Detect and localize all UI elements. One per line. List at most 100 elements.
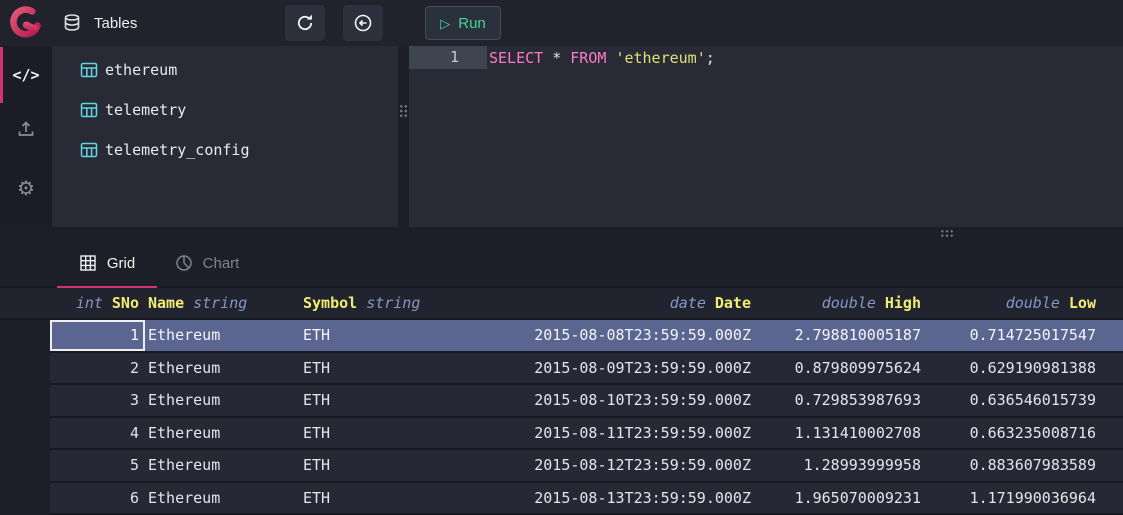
table-list-item[interactable]: ethereum bbox=[52, 50, 398, 90]
grid-cell[interactable]: 2015-08-13T23:59:59.000Z bbox=[450, 483, 757, 514]
grid-cell[interactable]: ETH bbox=[300, 418, 450, 449]
tab-grid[interactable]: Grid bbox=[57, 240, 157, 286]
column-type: date bbox=[670, 294, 706, 312]
upload-icon bbox=[16, 119, 36, 144]
grid-cell[interactable]: 6 bbox=[50, 483, 145, 514]
grid-cell[interactable]: 1.28993999958 bbox=[757, 450, 927, 481]
vertical-splitter[interactable] bbox=[398, 46, 409, 227]
sql-token-keyword: SELECT bbox=[489, 49, 543, 67]
grid-header-row: intSNoNamestringSymbolstringdateDatedoub… bbox=[0, 288, 1123, 320]
nav-item-settings[interactable]: ⚙ bbox=[0, 160, 52, 217]
grid-cell[interactable]: 0.883607983589 bbox=[927, 450, 1102, 481]
grid-cell[interactable]: Ethereum bbox=[145, 385, 300, 416]
sql-token-keyword: FROM bbox=[570, 49, 606, 67]
table-list-item[interactable]: telemetry_config bbox=[52, 130, 398, 170]
top-bar: Tables ▷ Run bbox=[0, 0, 1123, 46]
tab-label: Chart bbox=[203, 255, 240, 272]
database-icon bbox=[62, 13, 82, 33]
editor-active-line[interactable]: 1 SELECT * FROM 'ethereum'; bbox=[409, 46, 1123, 69]
refresh-tables-button[interactable] bbox=[285, 5, 325, 41]
grid-cell[interactable]: Ethereum bbox=[145, 353, 300, 384]
grid-cell[interactable]: 1 bbox=[50, 320, 145, 351]
grid-cell[interactable]: Ethereum bbox=[145, 450, 300, 481]
grid-row[interactable]: 4EthereumETH2015-08-11T23:59:59.000Z1.13… bbox=[50, 418, 1123, 451]
column-name: Name bbox=[148, 294, 184, 312]
grid-cell[interactable]: 0.729853987693 bbox=[757, 385, 927, 416]
column-header-high[interactable]: doubleHigh bbox=[757, 294, 927, 312]
results-tabs: Grid Chart bbox=[0, 240, 1123, 288]
sql-editor[interactable]: 1 SELECT * FROM 'ethereum'; bbox=[409, 46, 1123, 227]
sql-token-plain: ; bbox=[706, 49, 715, 67]
grid-cell[interactable]: Ethereum bbox=[145, 418, 300, 449]
grid-cell[interactable]: 1.965070009231 bbox=[757, 483, 927, 514]
grid-cell[interactable]: 0.663235008716 bbox=[927, 418, 1102, 449]
grid-cell[interactable]: ETH bbox=[300, 353, 450, 384]
nav-item-console[interactable]: </> bbox=[0, 46, 52, 103]
column-type: string bbox=[366, 294, 420, 312]
sql-statement[interactable]: SELECT * FROM 'ethereum'; bbox=[489, 49, 715, 67]
grid-cell[interactable]: 2015-08-09T23:59:59.000Z bbox=[450, 353, 757, 384]
collapse-panel-button[interactable] bbox=[343, 5, 383, 41]
questdb-logo[interactable] bbox=[0, 0, 52, 46]
column-header-name[interactable]: Namestring bbox=[145, 294, 300, 312]
grid-cell[interactable]: 0.636546015739 bbox=[927, 385, 1102, 416]
table-name: telemetry bbox=[105, 101, 186, 119]
run-query-button[interactable]: ▷ Run bbox=[425, 6, 501, 40]
column-type: int bbox=[76, 294, 103, 312]
questdb-console: Tables ▷ Run </> bbox=[0, 0, 1123, 515]
grid-cell[interactable]: ETH bbox=[300, 385, 450, 416]
tab-chart[interactable]: Chart bbox=[157, 240, 257, 286]
grid-cell[interactable]: ETH bbox=[300, 320, 450, 351]
table-icon bbox=[80, 141, 98, 159]
drag-handle-icon bbox=[399, 104, 408, 118]
column-header-date[interactable]: dateDate bbox=[450, 294, 757, 312]
nav-rail: </> ⚙ bbox=[0, 46, 52, 227]
horizontal-splitter[interactable] bbox=[0, 227, 1123, 240]
grid-row[interactable]: 5EthereumETH2015-08-12T23:59:59.000Z1.28… bbox=[50, 450, 1123, 483]
column-name: Symbol bbox=[303, 294, 357, 312]
settings-gear-icon: ⚙ bbox=[17, 176, 35, 201]
grid-cell[interactable]: 4 bbox=[50, 418, 145, 449]
grid-cell[interactable]: 2015-08-08T23:59:59.000Z bbox=[450, 320, 757, 351]
table-icon bbox=[80, 101, 98, 119]
table-name: ethereum bbox=[105, 61, 177, 79]
grid-cell[interactable]: 2.798810005187 bbox=[757, 320, 927, 351]
grid-cell[interactable]: 0.879809975624 bbox=[757, 353, 927, 384]
grid-row[interactable]: 3EthereumETH2015-08-10T23:59:59.000Z0.72… bbox=[50, 385, 1123, 418]
grid-cell[interactable]: Ethereum bbox=[145, 320, 300, 351]
table-list-item[interactable]: telemetry bbox=[52, 90, 398, 130]
tables-panel-header: Tables bbox=[52, 0, 398, 46]
grid-row[interactable]: 6EthereumETH2015-08-13T23:59:59.000Z1.96… bbox=[50, 483, 1123, 515]
grid-cell[interactable]: 2015-08-12T23:59:59.000Z bbox=[450, 450, 757, 481]
refresh-icon bbox=[295, 13, 315, 33]
tables-panel-title: Tables bbox=[94, 15, 137, 32]
grid-cell[interactable]: 0.714725017547 bbox=[927, 320, 1102, 351]
nav-item-import[interactable] bbox=[0, 103, 52, 160]
arrow-left-circle-icon bbox=[353, 13, 373, 33]
pie-chart-icon bbox=[175, 254, 193, 272]
column-type: double bbox=[1006, 294, 1060, 312]
active-nav-indicator bbox=[0, 47, 3, 103]
grid-cell[interactable]: 2 bbox=[50, 353, 145, 384]
grid-cell[interactable]: 2015-08-10T23:59:59.000Z bbox=[450, 385, 757, 416]
questdb-logo-icon bbox=[8, 5, 44, 41]
grid-icon bbox=[79, 254, 97, 272]
column-header-symbol[interactable]: Symbol string bbox=[300, 294, 450, 312]
grid-cell[interactable]: 5 bbox=[50, 450, 145, 481]
column-header-low[interactable]: doubleLow bbox=[927, 294, 1102, 312]
drag-handle-icon bbox=[940, 229, 954, 238]
grid-cell[interactable]: 1.171990036964 bbox=[927, 483, 1102, 514]
line-number: 1 bbox=[409, 46, 487, 69]
column-header-sno[interactable]: intSNo bbox=[50, 294, 145, 312]
grid-cell[interactable]: 1.131410002708 bbox=[757, 418, 927, 449]
grid-cell[interactable]: 2015-08-11T23:59:59.000Z bbox=[450, 418, 757, 449]
grid-cell[interactable]: Ethereum bbox=[145, 483, 300, 514]
results-panel: Grid Chart intSNoNamestringSymbol string da… bbox=[0, 240, 1123, 515]
grid-cell[interactable]: 0.629190981388 bbox=[927, 353, 1102, 384]
grid-row[interactable]: 2EthereumETH2015-08-09T23:59:59.000Z0.87… bbox=[50, 353, 1123, 386]
grid-cell[interactable]: ETH bbox=[300, 450, 450, 481]
grid-row[interactable]: 1EthereumETH2015-08-08T23:59:59.000Z2.79… bbox=[50, 320, 1123, 353]
grid-cell[interactable]: 3 bbox=[50, 385, 145, 416]
grid-cell[interactable]: ETH bbox=[300, 483, 450, 514]
sql-token-string: 'ethereum' bbox=[615, 49, 705, 67]
